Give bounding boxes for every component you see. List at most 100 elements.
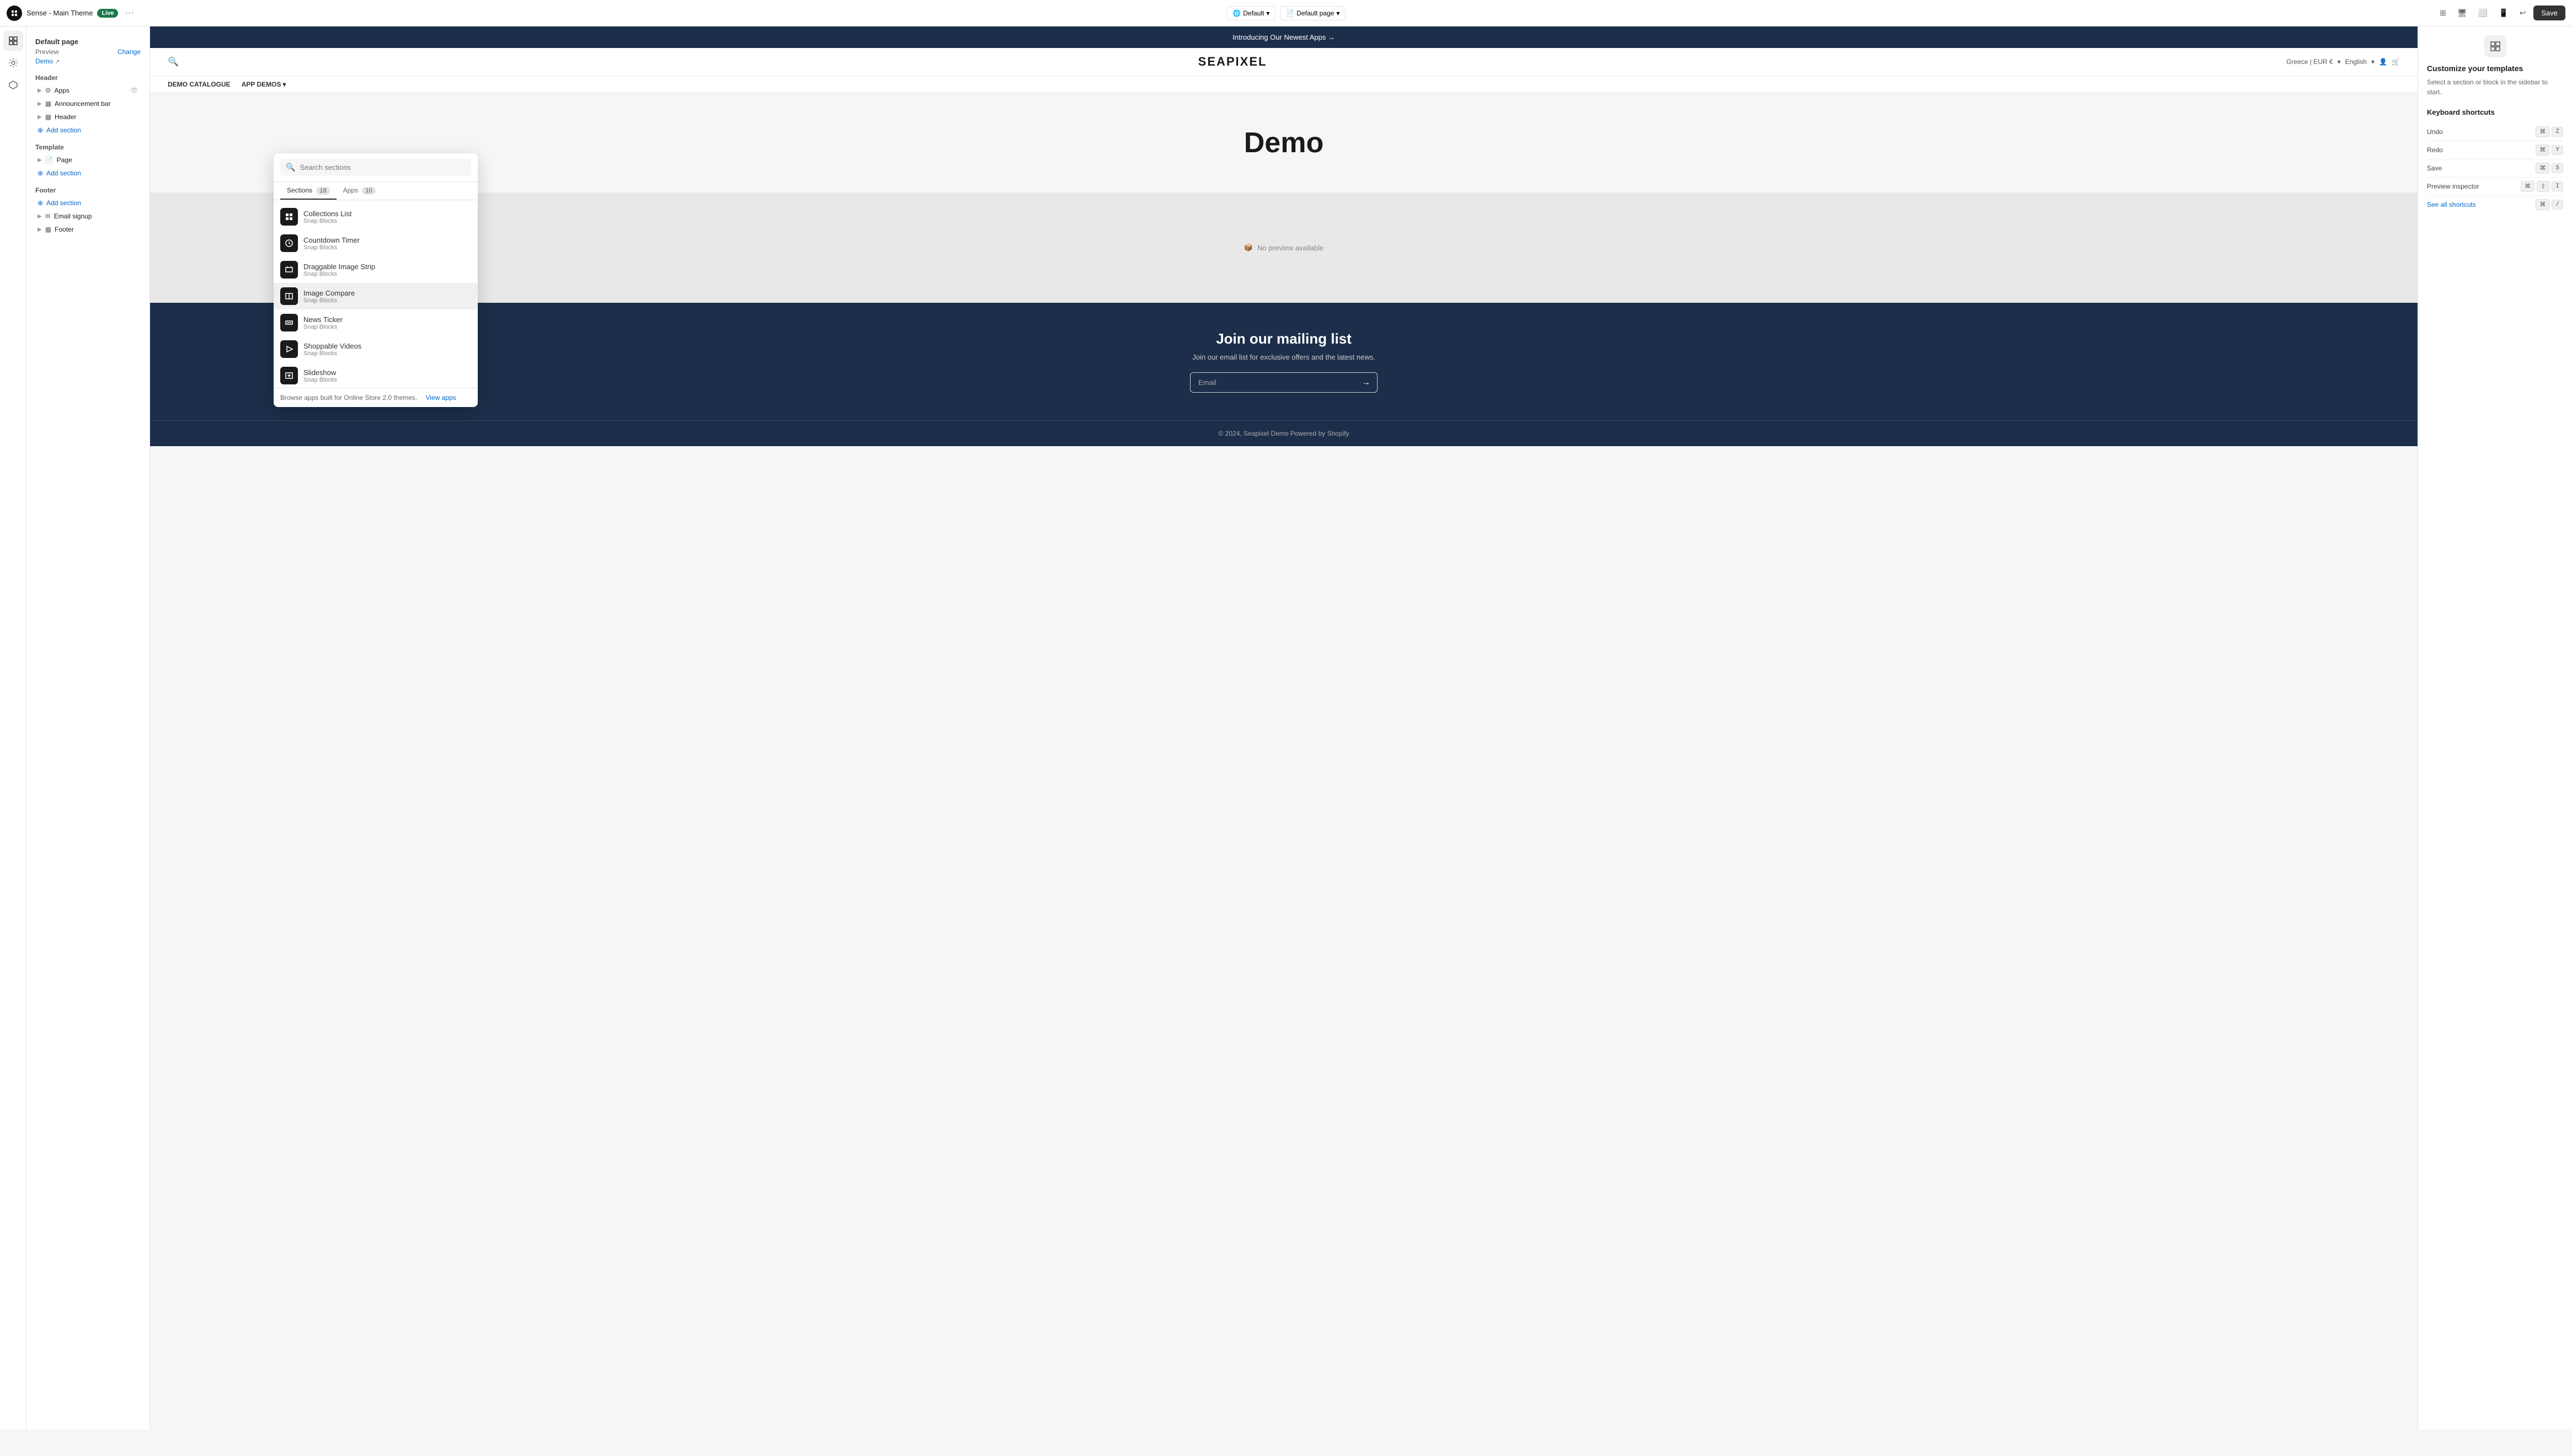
section-item-collections[interactable]: Collections List Snap Blocks [274, 204, 478, 230]
store-announcement: Introducing Our Newest Apps → [150, 26, 2418, 48]
popup-footer: Browse apps built for Online Store 2.0 t… [274, 388, 478, 407]
search-input-row: 🔍 [280, 159, 471, 176]
undo-key-cmd: ⌘ [2536, 126, 2549, 137]
collections-sub: Snap Blocks [303, 218, 471, 224]
email-submit-btn[interactable]: → [1355, 373, 1377, 392]
redo-label: Redo [2427, 146, 2443, 154]
apps-icon-btn[interactable] [3, 75, 23, 95]
draggable-text: Draggable Image Strip Snap Blocks [303, 263, 471, 277]
shortcuts-title: Keyboard shortcuts [2427, 108, 2563, 116]
account-icon: 👤 [2379, 58, 2387, 66]
countdown-text: Countdown Timer Snap Blocks [303, 236, 471, 251]
theme-name-label: Sense - Main Theme [26, 9, 93, 17]
view-apps-link[interactable]: View apps [419, 388, 462, 407]
add-icon-header: ⊕ [38, 126, 43, 134]
add-icon-footer: ⊕ [38, 199, 43, 207]
add-section-header-label: Add section [46, 126, 81, 134]
right-panel: Customize your templates Select a sectio… [2418, 26, 2572, 1430]
email-input[interactable] [1191, 373, 1355, 392]
app-demos-link: APP DEMOS ▾ [242, 81, 286, 88]
monitor-btn[interactable]: 🖥 [2454, 6, 2470, 20]
save-button[interactable]: Save [2533, 6, 2565, 20]
tab-apps[interactable]: Apps 10 [337, 182, 382, 200]
no-preview-area: 📦 No preview available [150, 192, 2418, 303]
section-item-draggable[interactable]: Draggable Image Strip Snap Blocks [274, 256, 478, 283]
sidebar-item-header[interactable]: ▶ ▦ Header [29, 110, 147, 124]
draggable-sub: Snap Blocks [303, 271, 471, 277]
cart-icon: 🛒 [2392, 58, 2400, 66]
shortcut-see-all[interactable]: See all shortcuts ⌘ / [2427, 196, 2563, 213]
add-section-template-label: Add section [46, 169, 81, 177]
search-input[interactable] [300, 163, 466, 172]
section-item-newsticker[interactable]: News Ticker Snap Blocks [274, 309, 478, 336]
see-all-label[interactable]: See all shortcuts [2427, 201, 2476, 208]
shoppable-title: Shoppable Videos [303, 342, 471, 350]
expand-arrow-email: ▶ [38, 213, 42, 220]
add-section-template-btn[interactable]: ⊕ Add section [29, 167, 150, 180]
tabs-row: Sections 18 Apps 10 [274, 182, 478, 200]
add-section-header-btn[interactable]: ⊕ Add section [29, 124, 150, 137]
email-item-label: Email signup [54, 212, 138, 220]
section-item-shoppable[interactable]: Shoppable Videos Snap Blocks [274, 336, 478, 362]
section-item-countdown[interactable]: Countdown Timer Snap Blocks [274, 230, 478, 256]
chevron-region: ▾ [2338, 58, 2341, 66]
page-dropdown[interactable]: 📄 Default page ▾ [1280, 6, 1346, 20]
panel-title: Default page [35, 38, 141, 46]
tablet-btn[interactable]: ⬜ [2475, 6, 2491, 20]
expand-arrow-header: ▶ [38, 114, 42, 120]
sidebar-item-email[interactable]: ▶ ✉ Email signup [29, 210, 147, 223]
newsticker-sub: Snap Blocks [303, 324, 471, 330]
apps-tab-count: 10 [362, 187, 375, 195]
slideshow-text: Slideshow Snap Blocks [303, 368, 471, 383]
preview-key-shift: ⇧ [2537, 181, 2549, 192]
right-panel-title: Customize your templates [2427, 64, 2563, 73]
topbar: Sense - Main Theme Live ··· 🌐 Default ▾ … [0, 0, 2572, 26]
undo-keys: ⌘ Z [2536, 126, 2563, 137]
sidebar-item-announcement[interactable]: ▶ ▦ Announcement bar [29, 97, 147, 110]
shoppable-text: Shoppable Videos Snap Blocks [303, 342, 471, 357]
right-panel-icon-area [2427, 35, 2563, 57]
undo-btn[interactable]: ↩ [2516, 6, 2530, 20]
imagecompare-title: Image Compare [303, 289, 471, 297]
ellipsis-button[interactable]: ··· [122, 6, 136, 20]
sidebar-item-apps[interactable]: ▶ ⚙ Apps 👁 [29, 84, 147, 97]
see-all-key-cmd: ⌘ [2536, 199, 2549, 210]
countdown-icon [280, 234, 298, 252]
sections-icon-btn[interactable] [3, 31, 23, 51]
demo-link[interactable]: Demo [35, 57, 53, 65]
store-icon [7, 6, 22, 21]
section-item-imagecompare[interactable]: Image Compare Snap Blocks [274, 283, 478, 309]
apps-item-icon: ⚙ [45, 87, 51, 94]
sidebar-item-footer[interactable]: ▶ ▦ Footer [29, 223, 147, 236]
undo-key-z: Z [2552, 127, 2563, 137]
tab-sections[interactable]: Sections 18 [280, 182, 337, 200]
sidebar-item-page[interactable]: ▶ 📄 Page [29, 153, 147, 167]
section-item-slideshow[interactable]: Slideshow Snap Blocks [274, 362, 478, 388]
announcement-item-label: Announcement bar [55, 100, 138, 108]
sections-tab-label: Sections [287, 186, 312, 194]
chevron-down-icon-2: ▾ [1336, 9, 1340, 17]
email-item-icon: ✉ [45, 212, 51, 220]
page-item-label: Page [57, 156, 138, 164]
page-label: Default page [1296, 9, 1334, 17]
search-icon-area: 🔍 [168, 56, 179, 67]
add-section-footer-label: Add section [46, 199, 81, 207]
imagecompare-icon [280, 287, 298, 305]
preview-key-i: I [2552, 181, 2563, 191]
mobile-btn[interactable]: 📱 [2495, 6, 2511, 20]
page-item-icon: 📄 [45, 156, 54, 164]
expand-arrow-page: ▶ [38, 157, 42, 163]
live-badge: Live [97, 9, 118, 18]
shoppable-sub: Snap Blocks [303, 350, 471, 357]
search-popup: 🔍 Sections 18 Apps 10 [274, 153, 478, 407]
customize-icon-btn[interactable]: ⊞ [2436, 6, 2450, 20]
page-icon: 📄 [1286, 9, 1294, 17]
change-link[interactable]: Change [118, 48, 141, 56]
template-group-title: Template [26, 139, 150, 153]
preview-key-cmd: ⌘ [2521, 181, 2534, 192]
slideshow-icon [280, 367, 298, 384]
default-dropdown[interactable]: 🌐 Default ▾ [1226, 6, 1276, 20]
add-section-footer-btn[interactable]: ⊕ Add section [29, 196, 150, 210]
slideshow-title: Slideshow [303, 368, 471, 377]
settings-icon-btn[interactable] [3, 53, 23, 73]
